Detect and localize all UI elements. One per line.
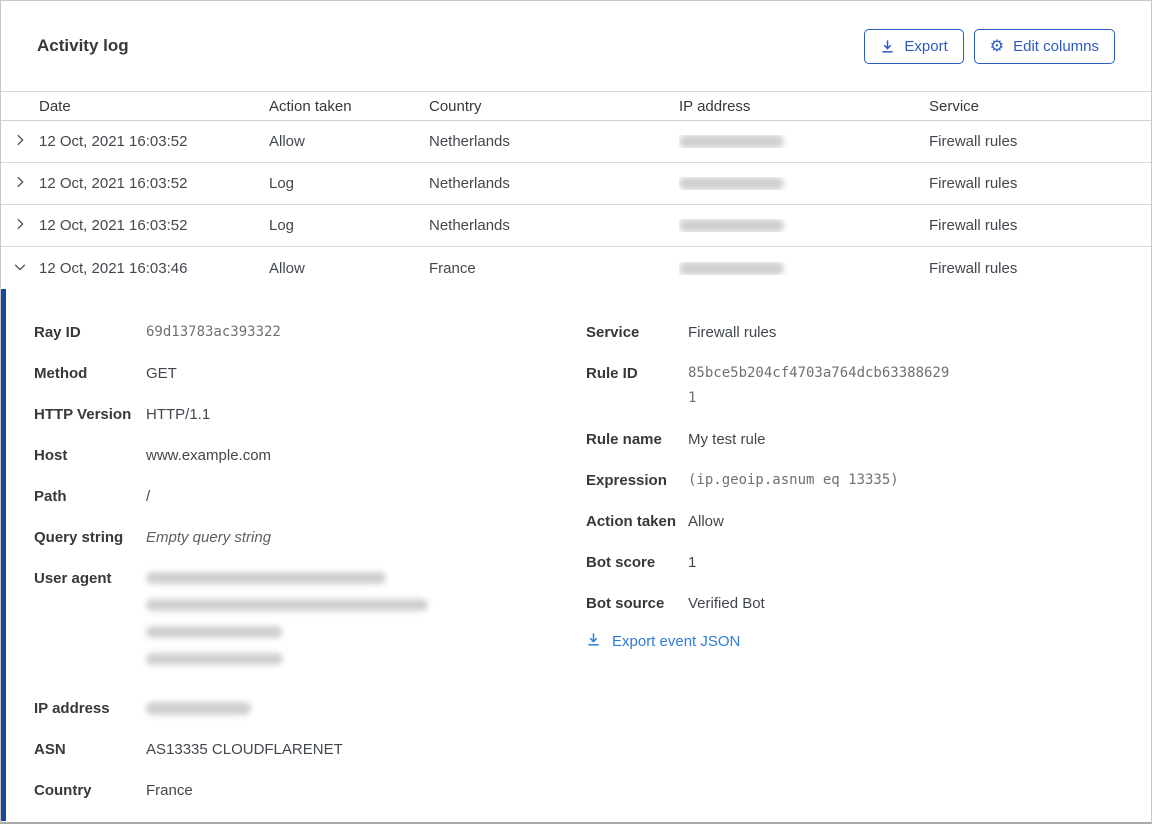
expression-value: (ip.geoip.asnum eq 13335) [688,472,899,488]
query-string-value: Empty query string [146,529,272,546]
header-bar: Activity log Export ⚙ Edit columns [1,1,1151,91]
expand-row-button[interactable] [1,163,39,204]
column-header-ip-address: IP address [679,97,751,115]
bot-score-label: Bot score [586,554,656,571]
cell-date: 12 Oct, 2021 16:03:52 [39,217,188,234]
ray-id-label: Ray ID [34,324,81,341]
host-label: Host [34,447,68,464]
table-row[interactable]: 12 Oct, 2021 16:03:52 Allow Netherlands … [1,121,1151,163]
column-header-action-taken: Action taken [269,97,352,115]
rule-name-value: My test rule [688,431,766,448]
cell-date: 12 Oct, 2021 16:03:46 [39,259,188,277]
redacted-ip [679,135,784,148]
chevron-right-icon [13,217,27,234]
cell-service: Firewall rules [929,259,1018,277]
edit-columns-button[interactable]: ⚙ Edit columns [973,28,1115,64]
export-button[interactable]: Export [864,28,964,64]
path-value: / [146,488,151,505]
expression-label: Expression [586,472,667,489]
chevron-down-icon [13,260,27,277]
rule-id-label: Rule ID [586,365,638,382]
redacted-user-agent [146,566,428,680]
export-button-label: Export [904,37,948,55]
bot-source-value: Verified Bot [688,595,765,612]
cell-action-taken: Log [269,175,295,192]
event-detail-right-column: Service Firewall rules Rule ID 85bce5b20… [586,320,1115,821]
bot-score-value: 1 [688,554,697,571]
cell-date: 12 Oct, 2021 16:03:52 [39,175,188,192]
download-icon [586,632,601,651]
ray-id-value: 69d13783ac393322 [146,324,281,340]
http-version-value: HTTP/1.1 [146,406,211,423]
ip-address-label: IP address [34,700,110,717]
cell-action-taken: Allow [269,133,305,150]
table-header: Date Action taken Country IP address Ser… [1,91,1151,121]
redacted-ip-address [146,702,251,715]
expand-row-button[interactable] [1,121,39,162]
rule-id-value: 85bce5b204cf4703a764dcb633886291 [688,365,950,406]
table-row[interactable]: 12 Oct, 2021 16:03:52 Log Netherlands Fi… [1,163,1151,205]
redacted-ip [679,219,784,232]
action-taken-label: Action taken [586,513,677,530]
download-icon [880,39,895,54]
gear-icon: ⚙ [989,36,1005,55]
chevron-right-icon [13,175,27,192]
method-value: GET [146,365,177,382]
http-version-label: HTTP Version [34,406,132,423]
expand-row-button[interactable] [1,205,39,246]
action-taken-value: Allow [688,513,724,530]
page-title: Activity log [37,36,129,55]
export-event-json-link[interactable]: Export event JSON [586,632,1115,651]
activity-log-panel: Activity log Export ⚙ Edit columns Date … [0,0,1152,824]
event-detail-left-column: Ray ID 69d13783ac393322 Method GET HTTP … [34,320,586,821]
service-label: Service [586,324,640,341]
chevron-right-icon [13,133,27,150]
cell-date: 12 Oct, 2021 16:03:52 [39,133,188,150]
query-string-label: Query string [34,529,124,546]
bot-source-label: Bot source [586,595,665,612]
table-row[interactable]: 12 Oct, 2021 16:03:52 Log Netherlands Fi… [1,205,1151,247]
export-event-json-label: Export event JSON [612,633,741,650]
collapse-row-button[interactable] [1,247,39,289]
cell-action-taken: Allow [269,259,305,277]
cell-service: Firewall rules [929,175,1018,192]
service-value: Firewall rules [688,324,777,341]
event-detail-panel: Ray ID 69d13783ac393322 Method GET HTTP … [1,289,1151,821]
redacted-ip [679,177,784,190]
host-value: www.example.com [146,447,272,464]
user-agent-label: User agent [34,570,112,587]
column-header-country: Country [429,97,482,115]
edit-columns-label: Edit columns [1013,37,1099,55]
cell-action-taken: Log [269,217,295,234]
cell-service: Firewall rules [929,217,1018,234]
rule-name-label: Rule name [586,431,662,448]
asn-value: AS13335 CLOUDFLARENET [146,741,343,758]
column-header-service: Service [929,97,980,115]
header-actions: Export ⚙ Edit columns [864,28,1115,64]
cell-country: Netherlands [429,175,510,192]
path-label: Path [34,488,67,505]
method-label: Method [34,365,88,382]
column-header-date: Date [39,97,71,115]
cell-service: Firewall rules [929,133,1018,150]
table-row-expanded[interactable]: 12 Oct, 2021 16:03:46 Allow France Firew… [1,247,1151,289]
cell-country: Netherlands [429,133,510,150]
cell-country: France [429,259,476,277]
country-label: Country [34,782,92,799]
cell-country: Netherlands [429,217,510,234]
asn-label: ASN [34,741,66,758]
country-value: France [146,782,193,799]
redacted-ip [679,261,784,275]
